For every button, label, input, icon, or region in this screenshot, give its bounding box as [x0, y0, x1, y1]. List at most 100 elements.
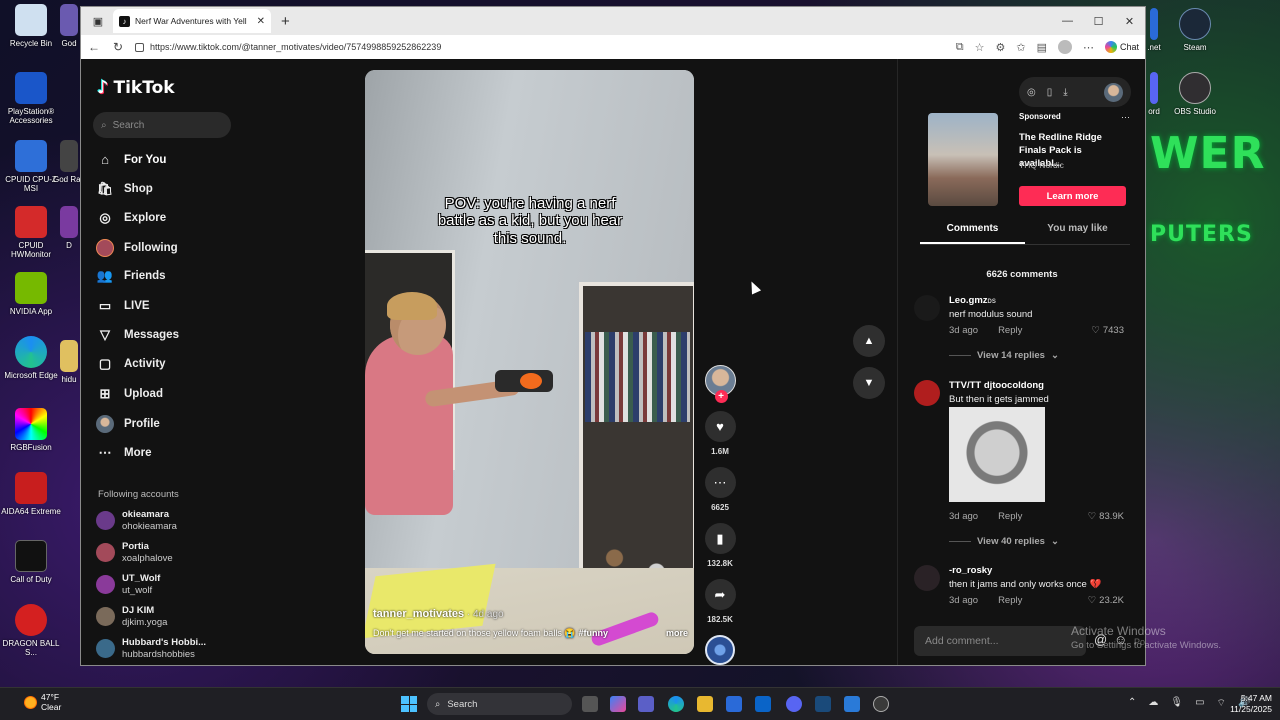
following-account[interactable]: okieamara ohokieamara [96, 509, 177, 533]
following-account[interactable]: Hubbard's Hobbi... hubbardshobbies [96, 637, 206, 661]
user-avatar-icon[interactable] [1104, 82, 1123, 102]
desktop-icon-playstation-accessories[interactable]: PlayStation® Accessories [0, 72, 62, 125]
tab-comments[interactable]: Comments [920, 223, 1025, 244]
comment-user[interactable]: TTV/TT djtoocoldong [949, 380, 1044, 391]
cloud-icon[interactable]: ☁ [1148, 697, 1158, 710]
copilot-chat-button[interactable]: Chat [1104, 41, 1139, 53]
previous-video-button[interactable]: ▲ [853, 325, 885, 357]
comment-button[interactable]: ⋯ [704, 467, 736, 498]
nav-for-you[interactable]: ⌂ For You [96, 152, 166, 167]
video-player[interactable]: POV: you're having a nerf battle as a ki… [365, 70, 694, 654]
desktop-icon-obs[interactable]: OBS Studio [1164, 72, 1226, 116]
share-button[interactable]: ➦ [704, 579, 736, 610]
creator-avatar[interactable]: + [704, 365, 736, 403]
description-more-button[interactable]: more [666, 628, 688, 639]
view-replies-button[interactable]: View 40 replies ⌄ [949, 536, 1059, 547]
copilot-icon[interactable] [610, 696, 626, 712]
taskbar-clock[interactable]: 5:47 AM 11/25/2025 [1228, 693, 1272, 715]
live-photo-icon[interactable]: ◎ [1027, 87, 1036, 98]
avatar[interactable] [914, 380, 940, 406]
desktop-icon-discord[interactable]: ord [1144, 72, 1164, 116]
desktop-icon-nvidia-app[interactable]: NVIDIA App [0, 272, 62, 316]
desktop-icon-aida64[interactable]: AIDA64 Extreme [0, 472, 62, 516]
music-disc-icon[interactable] [705, 635, 735, 665]
tab-active[interactable]: ♪ Nerf War Adventures with Yell ✕ [113, 9, 271, 33]
task-view-icon[interactable] [582, 696, 598, 712]
desktop-icon-net[interactable]: .net [1144, 8, 1164, 52]
comment-like-button[interactable]: ♡ 23.2K [1088, 595, 1124, 606]
following-account[interactable]: UT_Wolf ut_wolf [96, 573, 160, 597]
comment-user[interactable]: -ro_rosky [949, 565, 992, 576]
nav-upload[interactable]: ⊞ Upload [96, 386, 163, 402]
start-button[interactable] [401, 696, 417, 712]
refresh-icon[interactable]: ↻ [111, 40, 125, 54]
video-author[interactable]: tanner_motivates [373, 608, 464, 620]
comment-user[interactable]: Leo.gmzDS [949, 295, 996, 306]
nav-live[interactable]: ▭ LIVE [96, 298, 150, 314]
teams-icon[interactable] [638, 696, 654, 712]
nav-more[interactable]: ⋯ More [96, 445, 152, 461]
app-icon[interactable] [815, 696, 831, 712]
follow-plus-icon[interactable]: + [714, 390, 728, 403]
search-input[interactable]: ⌕ Search [93, 112, 231, 138]
ad-thumbnail[interactable] [928, 113, 998, 206]
avatar[interactable] [914, 295, 940, 321]
video-hashtag[interactable]: #funny [579, 628, 609, 639]
app-icon[interactable] [844, 696, 860, 712]
desktop-icon-rgbfusion[interactable]: RGBFusion [0, 408, 62, 452]
split-screen-icon[interactable]: ⧉ [956, 41, 964, 54]
device-icon[interactable]: ▯ [1047, 87, 1053, 98]
add-comment-input[interactable]: Add comment... [914, 626, 1086, 656]
new-tab-icon[interactable]: + [281, 13, 290, 30]
weather-widget[interactable]: 47°F Clear [24, 692, 61, 713]
display-icon[interactable]: ▭ [1195, 697, 1204, 710]
minimize-icon[interactable]: — [1052, 15, 1083, 28]
url-field[interactable]: https://www.tiktok.com/@tanner_motivates… [135, 42, 946, 52]
learn-more-button[interactable]: Learn more [1019, 186, 1126, 206]
file-explorer-icon[interactable] [697, 696, 713, 712]
collections-icon[interactable]: ▤ [1037, 41, 1047, 54]
tiktok-logo[interactable]: ♪ TikTok [97, 77, 175, 98]
store-icon[interactable] [726, 696, 742, 712]
chevron-up-icon[interactable]: ⌃ [1128, 697, 1136, 710]
nav-explore[interactable]: ◎ Explore [96, 210, 166, 226]
desktop-icon-call-of-duty[interactable]: Call of Duty [0, 540, 62, 584]
app-icon[interactable] [873, 696, 889, 712]
nav-messages[interactable]: ▽ Messages [96, 327, 179, 343]
nav-profile[interactable]: Profile [96, 415, 160, 433]
site-info-icon[interactable] [135, 42, 144, 52]
favorites-icon[interactable]: ✩ [1016, 41, 1025, 54]
reply-button[interactable]: Reply [998, 511, 1022, 522]
like-button[interactable]: ♥ [704, 411, 736, 442]
wifi-icon[interactable]: ⌔ [1217, 697, 1226, 710]
view-replies-button[interactable]: View 14 replies ⌄ [949, 350, 1059, 361]
nav-following[interactable]: Following [96, 239, 178, 257]
close-tab-icon[interactable]: ✕ [257, 16, 265, 27]
nav-friends[interactable]: 👥 Friends [96, 268, 166, 284]
discord-icon[interactable] [786, 696, 802, 712]
desktop-icon-dragon-ball[interactable]: DRAGON BALL S... [0, 604, 62, 657]
extension-icon[interactable]: ⚙ [995, 41, 1005, 54]
taskbar-search[interactable]: ⌕ Search [427, 693, 572, 715]
following-account[interactable]: Portia xoalphalove [96, 541, 173, 565]
ad-more-options-icon[interactable]: ⋯ [1121, 112, 1130, 123]
more-options-icon[interactable]: ⋯ [1083, 41, 1094, 54]
back-icon[interactable]: ← [87, 40, 101, 54]
profile-avatar-icon[interactable] [1057, 40, 1072, 54]
reply-button[interactable]: Reply [998, 325, 1022, 336]
comment-like-button[interactable]: ♡ 83.9K [1088, 511, 1124, 522]
nav-shop[interactable]: 🛍 Shop [96, 181, 153, 197]
desktop-icon-steam[interactable]: Steam [1164, 8, 1226, 52]
microphone-icon[interactable]: 🎙 [1170, 697, 1183, 710]
favorite-star-icon[interactable]: ☆ [975, 41, 985, 54]
reply-button[interactable]: Reply [998, 595, 1022, 606]
tab-you-may-like[interactable]: You may like [1025, 223, 1130, 244]
close-window-icon[interactable]: ✕ [1114, 15, 1145, 28]
comment-image[interactable] [949, 407, 1045, 502]
save-button[interactable]: ▮ [704, 523, 736, 554]
edge-icon[interactable] [668, 696, 684, 712]
avatar[interactable] [914, 565, 940, 591]
nav-activity[interactable]: ▢ Activity [96, 356, 166, 372]
comment-like-button[interactable]: ♡ 7433 [1091, 325, 1124, 336]
following-account[interactable]: DJ KIM djkim.yoga [96, 605, 167, 629]
